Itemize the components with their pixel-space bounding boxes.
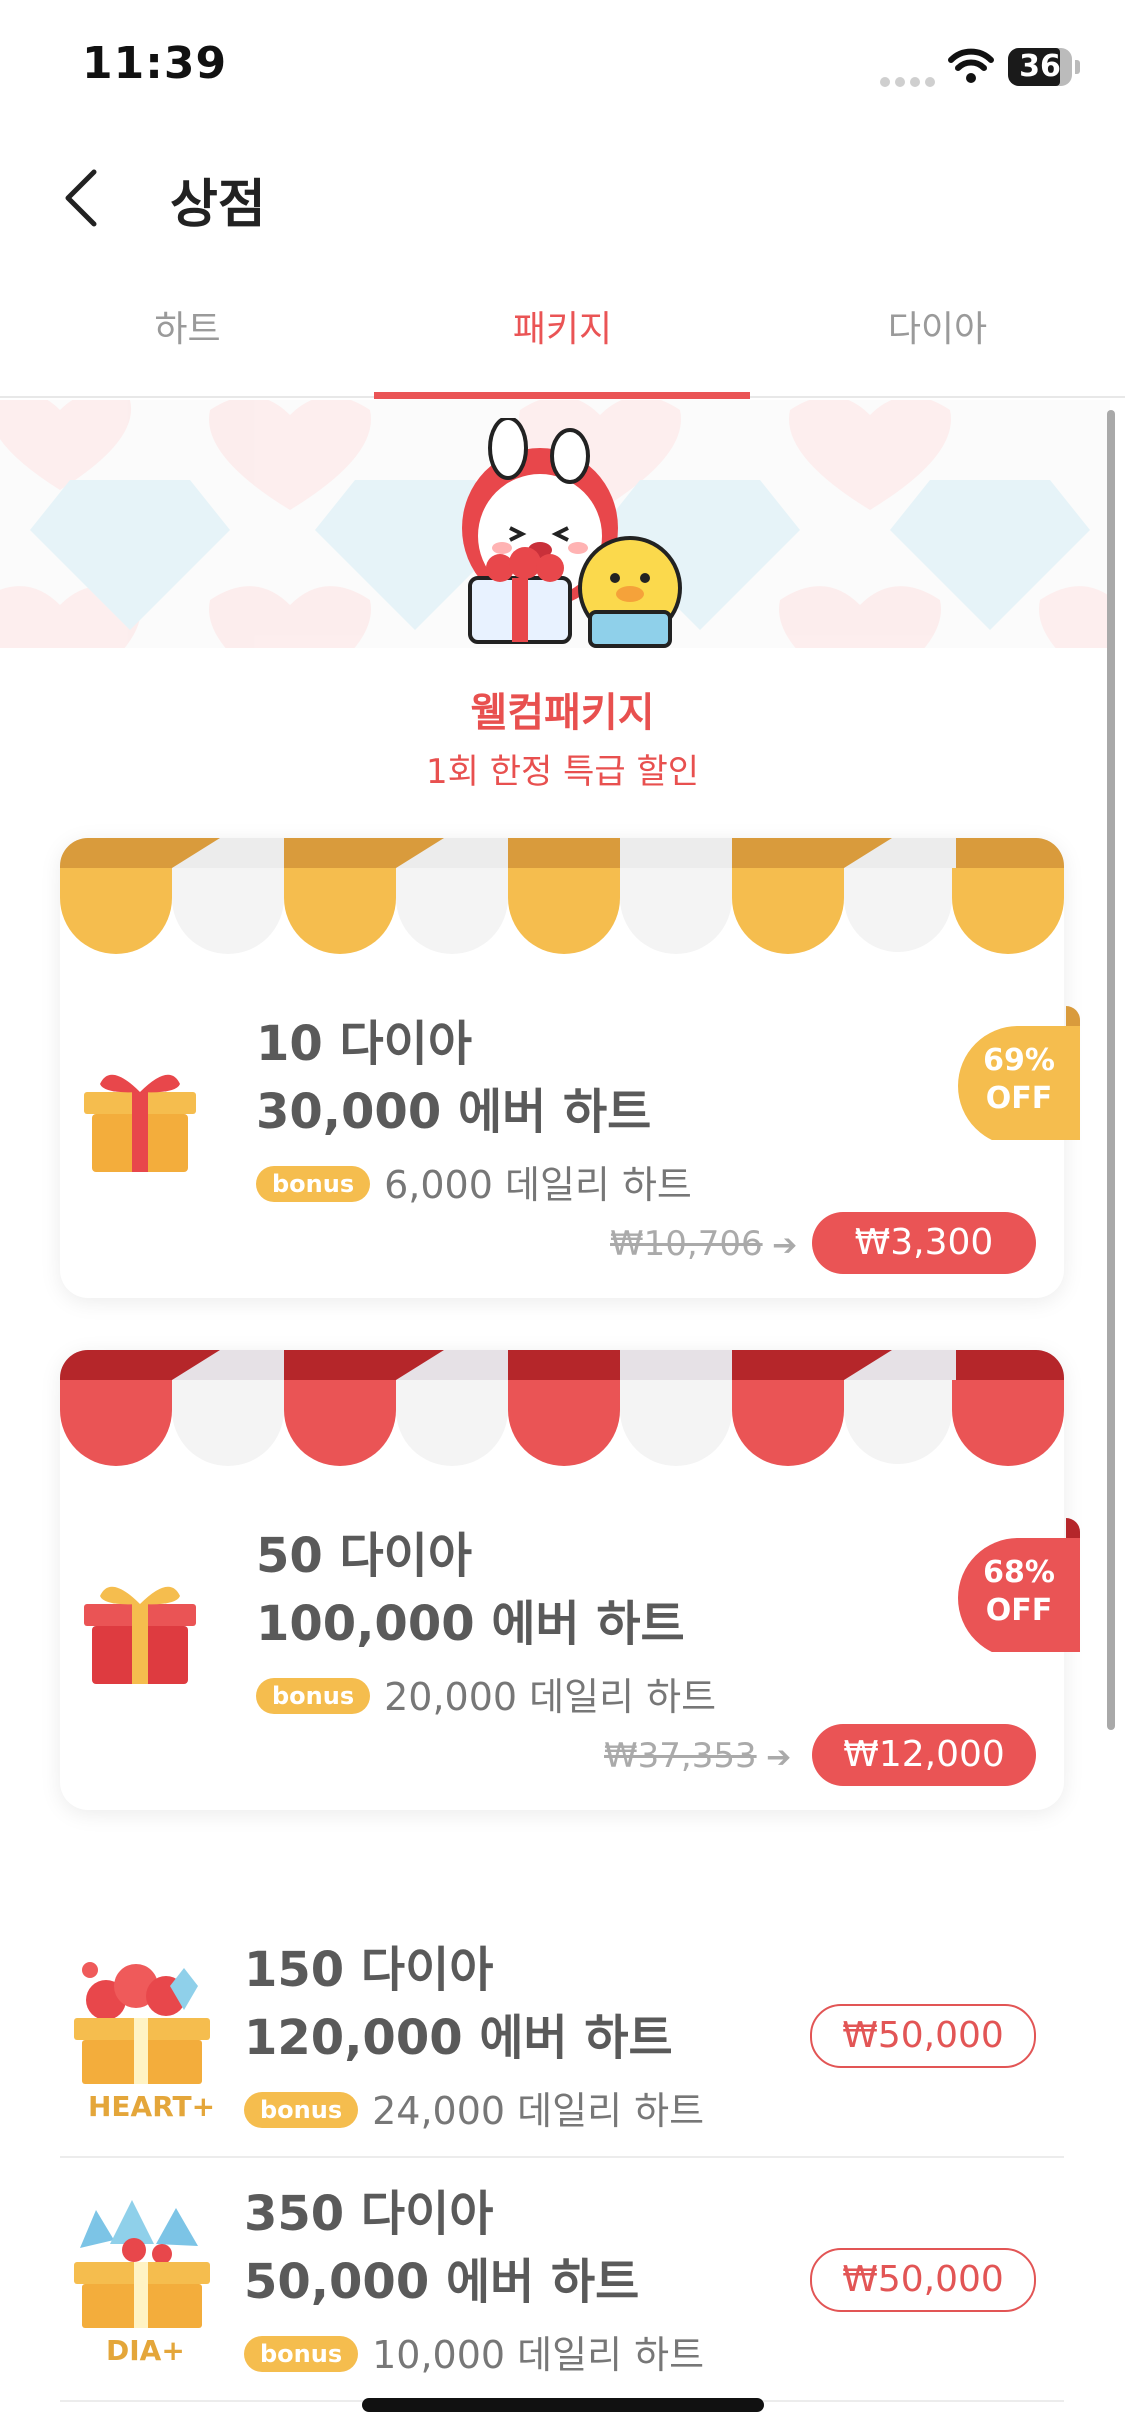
discount-tag: 69% OFF [956,1004,1082,1146]
chevron-left-icon[interactable] [58,166,102,230]
battery-tip [1075,60,1080,74]
cellular-signal-icon [880,72,940,91]
discount-percent: 68% [983,1555,1055,1590]
item-diamonds: 150 다이아 [244,1942,494,1998]
gift-box-icon [84,1586,196,1684]
bonus-row: bonus 24,000 데일리 하트 [244,2080,704,2135]
package-hearts: 30,000 에버 하트 [256,1084,652,1140]
bonus-row: bonus 6,000 데일리 하트 [256,1154,692,1209]
battery-level: 36 [1019,49,1061,84]
bonus-text: 20,000 데일리 하트 [384,1675,717,1719]
original-price-row: ₩10,706 ➔ [610,1224,797,1264]
discount-tag: 68% OFF [956,1516,1082,1658]
original-price-row: ₩37,353 ➔ [604,1736,791,1776]
package-card[interactable]: 50 다이아 100,000 에버 하트 bonus 20,000 데일리 하트 … [60,1350,1064,1810]
arrow-right-icon: ➔ [756,1740,792,1775]
wifi-icon [948,48,994,83]
list-item[interactable]: DIA+ 350 다이아 50,000 에버 하트 bonus 10,000 데일… [60,2174,1064,2400]
awning-decoration [60,838,1064,954]
buy-button[interactable]: ₩50,000 [810,2248,1036,2312]
awning-decoration [60,1350,1064,1466]
diamond-box-icon [74,2200,210,2328]
package-diamonds: 10 다이아 [256,1016,472,1072]
buy-button[interactable]: ₩3,300 [812,1212,1036,1274]
bonus-badge: bonus [244,2335,359,2372]
list-divider [60,2156,1064,2158]
tab-diamonds[interactable]: 다이아 [750,300,1125,352]
welcome-package-subtitle: 1회 한정 특급 할인 [425,752,699,792]
home-indicator[interactable] [362,2398,764,2412]
battery-icon: 36 [1008,48,1072,86]
scrollbar[interactable] [1107,410,1115,1730]
item-diamonds: 350 다이아 [244,2186,494,2242]
item-hearts: 120,000 에버 하트 [244,2010,673,2066]
bonus-row: bonus 10,000 데일리 하트 [244,2324,704,2379]
bonus-badge: bonus [256,1677,371,1714]
icon-label: DIA+ [106,2334,185,2367]
page-title: 상점 [170,175,266,235]
package-diamonds: 50 다이아 [256,1528,472,1584]
active-tab-indicator [374,392,750,399]
status-time: 11:39 [82,38,228,89]
discount-percent: 69% [983,1043,1055,1078]
arrow-right-icon: ➔ [762,1228,798,1263]
icon-label: HEART+ [88,2090,216,2123]
buy-button[interactable]: ₩12,000 [812,1724,1036,1786]
buy-button[interactable]: ₩50,000 [810,2004,1036,2068]
bonus-badge: bonus [256,1165,371,1202]
bonus-text: 6,000 데일리 하트 [384,1163,692,1207]
tab-hearts[interactable]: 하트 [0,300,375,352]
original-price: ₩10,706 [610,1224,763,1264]
list-item[interactable]: HEART+ 150 다이아 120,000 에버 하트 bonus 24,000… [60,1930,1064,2156]
item-hearts: 50,000 에버 하트 [244,2254,640,2310]
bonus-text: 10,000 데일리 하트 [372,2333,705,2377]
gift-box-icon [84,1074,196,1172]
original-price: ₩37,353 [604,1736,757,1776]
discount-label: OFF [985,1593,1053,1628]
bonus-badge: bonus [244,2091,359,2128]
bonus-text: 24,000 데일리 하트 [372,2089,705,2133]
welcome-package-title: 웰컴패키지 [470,690,655,736]
bonus-row: bonus 20,000 데일리 하트 [256,1666,716,1721]
package-hearts: 100,000 에버 하트 [256,1596,685,1652]
discount-label: OFF [985,1081,1053,1116]
mascot-illustration [462,418,682,648]
heart-box-icon [74,1962,210,2084]
package-card[interactable]: 10 다이아 30,000 에버 하트 bonus 6,000 데일리 하트 ₩1… [60,838,1064,1298]
tab-packages[interactable]: 패키지 [375,300,750,352]
